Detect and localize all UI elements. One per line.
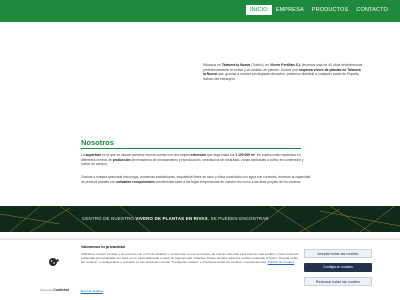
nosotros-paragraph-2: Gracias a nuestra avanzada tecnología, m… [81, 175, 311, 184]
intro-text: Situados en Talavera la Nueva (Toledo), … [203, 63, 363, 81]
cookie-description: Utilizamos cookies propias y de terceros… [81, 252, 299, 265]
nosotros-heading: Nosotros [81, 138, 114, 147]
nav-contacto[interactable]: CONTACTO [352, 5, 392, 15]
cookiebot-logo-icon [49, 258, 59, 266]
nav-empresa[interactable]: EMPRESA [272, 5, 308, 15]
section-divider [81, 148, 301, 149]
show-details-link[interactable]: Mostrar detalles [81, 289, 103, 293]
accept-all-cookies-button[interactable]: Aceptar todas las cookies [304, 249, 372, 258]
cookie-consent-banner: Powered by Cookiebot Valoramos tu privac… [0, 239, 400, 300]
nosotros-paragraph-1: La superficie en la que se ubican nuestr… [81, 153, 304, 166]
reject-all-cookies-button[interactable]: Rechazar todas las cookies [304, 277, 372, 286]
configure-cookies-button[interactable]: Configurar cookies [304, 263, 372, 272]
nav-productos[interactable]: PRODUCTOS [308, 5, 353, 15]
powered-by-cookiebot[interactable]: Powered by Cookiebot [40, 288, 69, 292]
banner-text: CENTRO DE NUESTRO VIVERO DE PLANTAS EN R… [82, 216, 269, 221]
cookie-policy-link[interactable]: Política de Cookies [268, 260, 294, 264]
top-navbar: INICIO EMPRESA PRODUCTOS CONTACTO [0, 0, 400, 22]
main-nav: INICIO EMPRESA PRODUCTOS CONTACTO [246, 5, 392, 15]
banner-strip: CENTRO DE NUESTRO VIVERO DE PLANTAS EN R… [0, 206, 400, 232]
nav-inicio[interactable]: INICIO [246, 5, 272, 15]
cookie-title: Valoramos tu privacidad [81, 245, 125, 249]
